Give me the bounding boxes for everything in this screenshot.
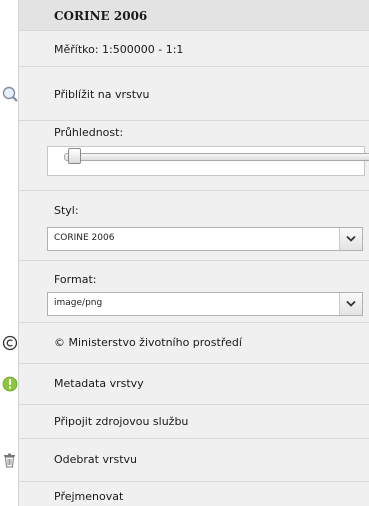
rename-label: Přejmenovat — [54, 490, 124, 503]
copyright-text: © Ministerstvo životního prostředí — [54, 336, 242, 349]
style-select-value: CORINE 2006 — [54, 233, 115, 243]
rename-item[interactable]: Přejmenovat — [19, 482, 369, 506]
layer-title-row: CORINE 2006 — [19, 0, 369, 31]
scale-row: Měřítko: 1:500000 - 1:1 — [19, 31, 369, 67]
format-label: Format: — [54, 273, 97, 286]
info-icon — [1, 375, 19, 393]
layer-context-panel: CORINE 2006 Měřítko: 1:500000 - 1:1 Přib… — [2, 0, 369, 506]
copyright-icon — [1, 334, 19, 352]
scale-text: Měřítko: 1:500000 - 1:1 — [54, 43, 184, 56]
zoom-to-layer-item[interactable]: Přiblížit na vrstvu — [2, 67, 369, 121]
chevron-down-icon — [346, 300, 356, 307]
opacity-slider[interactable] — [47, 146, 369, 176]
remove-layer-label: Odebrat vrstvu — [54, 453, 138, 466]
chevron-down-icon — [346, 235, 356, 242]
opacity-slider-track[interactable] — [64, 153, 369, 161]
connect-source-label: Připojit zdrojovou službu — [54, 415, 189, 428]
metadata-label: Metadata vrstvy — [54, 377, 144, 390]
format-dropdown-button[interactable] — [339, 293, 362, 315]
copyright-row: © Ministerstvo životního prostředí — [2, 323, 369, 364]
remove-layer-item[interactable]: Odebrat vrstvu — [4, 439, 369, 482]
trash-icon — [1, 451, 19, 469]
style-select[interactable]: CORINE 2006 — [47, 227, 363, 251]
format-select-value: image/png — [54, 298, 103, 308]
opacity-slider-handle[interactable] — [68, 148, 81, 164]
connect-source-item[interactable]: Připojit zdrojovou službu — [19, 405, 369, 439]
style-label: Styl: — [54, 204, 79, 217]
zoom-to-layer-label: Přiblížit na vrstvu — [54, 88, 150, 101]
layer-title: CORINE 2006 — [54, 9, 148, 23]
opacity-label: Průhlednost: — [54, 126, 124, 139]
format-select[interactable]: image/png — [47, 292, 363, 316]
style-dropdown-button[interactable] — [339, 228, 362, 250]
metadata-item[interactable]: Metadata vrstvy — [2, 364, 369, 405]
magnifier-icon — [1, 85, 19, 103]
